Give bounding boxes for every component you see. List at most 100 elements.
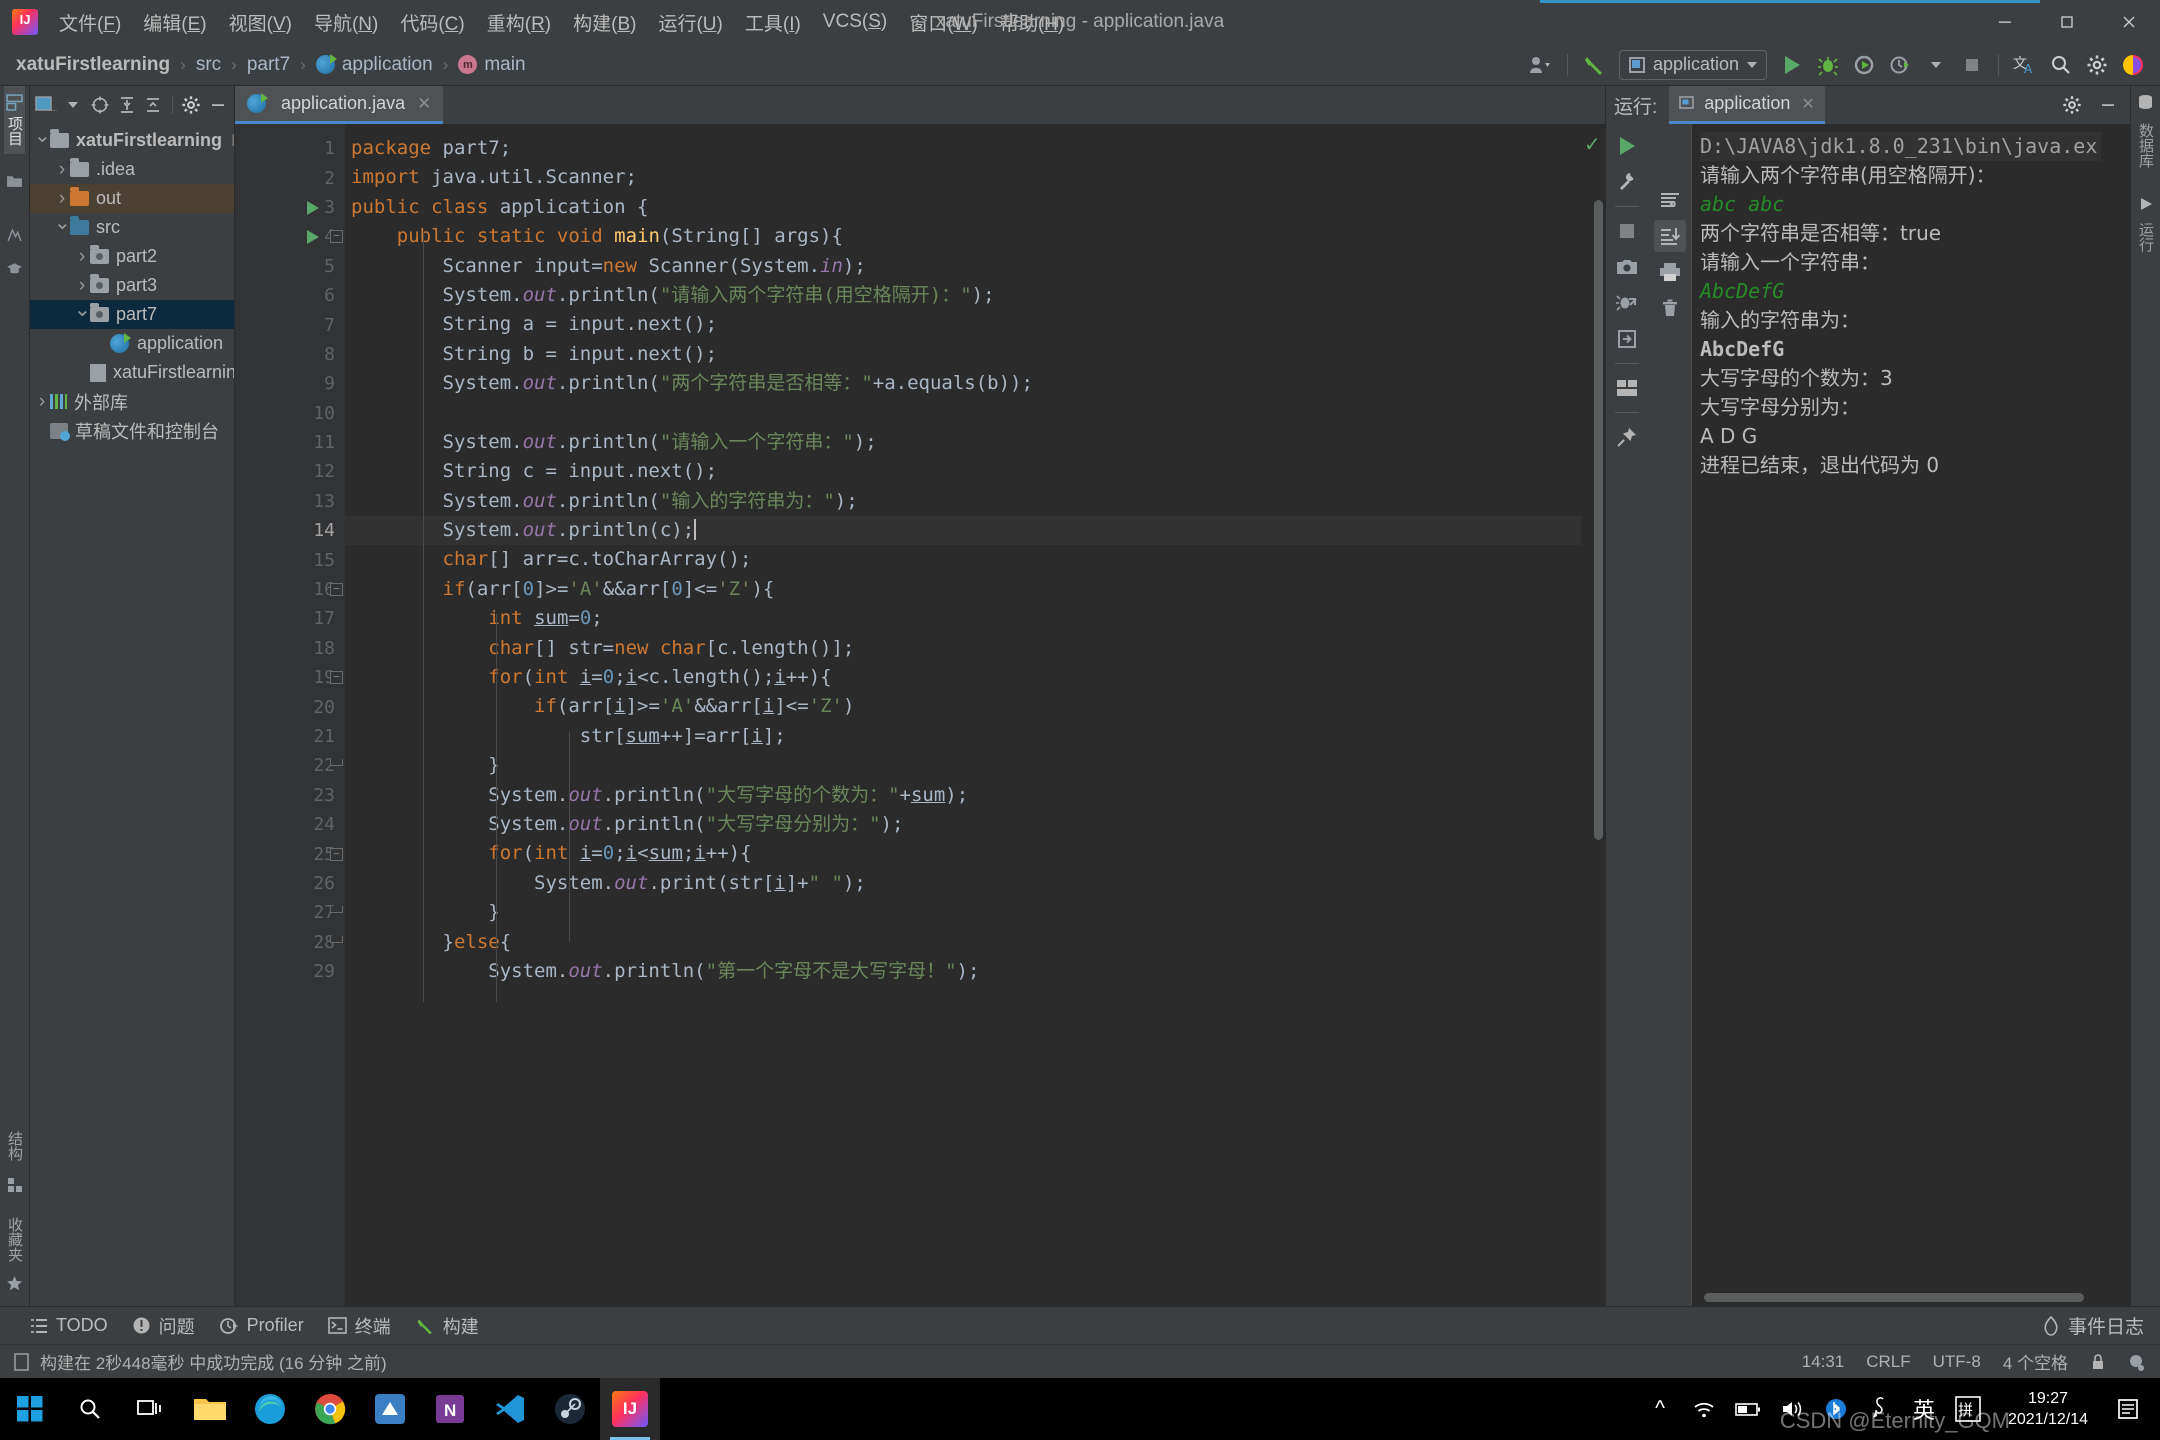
run-button[interactable] — [1775, 49, 1809, 81]
menu-edit[interactable]: 编辑(E) — [132, 3, 217, 42]
project-tree[interactable]: xatuFirstlearning D:\code .idea out src part2… — [30, 124, 234, 1306]
taskbar-app-blue-box[interactable] — [360, 1378, 420, 1440]
tree-node-part2[interactable]: part2 — [30, 242, 234, 271]
chevron-open-icon[interactable] — [54, 215, 70, 240]
code-line[interactable]: char[] arr=c.toCharArray(); — [345, 545, 1581, 574]
close-button[interactable] — [2098, 0, 2160, 44]
menu-navigate[interactable]: 导航(N) — [303, 3, 389, 42]
fold-start-icon[interactable]: − — [330, 671, 343, 685]
bottom-tab-todo[interactable]: TODO — [30, 1315, 108, 1336]
code-line[interactable]: import java.util.Scanner; — [345, 163, 1581, 192]
code-line[interactable]: System.out.print(str[i]+" "); — [345, 869, 1581, 898]
tree-node----[interactable]: 外部库 — [30, 387, 234, 416]
wifi-icon[interactable] — [1682, 1378, 1726, 1440]
menu-tools[interactable]: 工具(I) — [734, 3, 812, 42]
settings-gear-icon[interactable] — [2080, 49, 2114, 81]
stop-button[interactable] — [1955, 49, 1989, 81]
intellij-icon[interactable] — [2116, 49, 2150, 81]
bottom-tab-profiler[interactable]: Profiler — [219, 1315, 304, 1336]
tree-node-xatufirstlearning-iml[interactable]: xatuFirstlearning.iml — [30, 358, 234, 387]
sidebar-item-maven[interactable] — [6, 219, 23, 252]
windows-start-icon[interactable] — [0, 1378, 60, 1440]
sidebar-item-run[interactable]: 运行 — [2135, 214, 2156, 260]
tree-node-out[interactable]: out — [30, 184, 234, 213]
tree-node-src[interactable]: src — [30, 213, 234, 242]
menu-refactor[interactable]: 重构(R) — [476, 3, 562, 42]
bottom-tab-terminal[interactable]: 终端 — [327, 1313, 391, 1339]
taskbar-app-steam[interactable] — [540, 1378, 600, 1440]
dump-threads-icon[interactable] — [1611, 287, 1643, 319]
settings-gear-icon[interactable] — [2056, 89, 2088, 121]
profiler-button[interactable] — [1883, 49, 1917, 81]
fold-end-icon[interactable] — [330, 935, 343, 943]
breadcrumb-item-src[interactable]: src — [192, 52, 225, 78]
maximize-button[interactable] — [2036, 0, 2098, 44]
code-line[interactable]: System.out.println("大写字母分别为："); — [345, 810, 1581, 839]
stop-icon[interactable] — [1611, 215, 1643, 247]
event-log-label[interactable]: 事件日志 — [2068, 1312, 2144, 1339]
chevron-down-icon[interactable] — [61, 91, 86, 119]
breadcrumb-item-main[interactable]: m main — [454, 52, 529, 78]
menu-file[interactable]: 文件(F) — [48, 3, 132, 42]
menu-window[interactable]: 窗口(W) — [898, 3, 989, 42]
collapse-all-icon[interactable] — [141, 91, 166, 119]
code-line[interactable]: System.out.println(c); — [345, 516, 1581, 546]
code-line[interactable]: char[] str=new char[c.length()]; — [345, 634, 1581, 663]
search-icon[interactable] — [2044, 49, 2078, 81]
close-icon[interactable]: ✕ — [1801, 94, 1814, 114]
camera-icon[interactable] — [1611, 251, 1643, 283]
taskbar-app-file-explorer[interactable] — [180, 1378, 240, 1440]
fold-start-icon[interactable]: − — [330, 583, 343, 596]
tree-node-xatufirstlearning[interactable]: xatuFirstlearning D:\code — [30, 126, 234, 155]
sidebar-item-database[interactable]: 数据库 — [2135, 115, 2156, 176]
bottom-tab-build[interactable]: 构建 — [415, 1313, 479, 1339]
minimize-button[interactable] — [1974, 0, 2036, 44]
hide-panel-icon[interactable] — [205, 91, 230, 119]
pin-icon[interactable] — [1611, 421, 1643, 453]
editor-vertical-scrollbar[interactable] — [1594, 200, 1603, 840]
fold-end-icon[interactable] — [330, 759, 343, 767]
user-avatar-icon[interactable] — [1524, 49, 1558, 81]
expand-all-icon[interactable] — [114, 91, 139, 119]
gutter-run-icon[interactable] — [307, 230, 319, 245]
run-configuration-selector[interactable]: application — [1618, 49, 1767, 80]
tree-node-part7[interactable]: part7 — [30, 300, 234, 329]
code-line[interactable]: for(int i=0;i<sum;i++){ — [345, 839, 1581, 868]
task-view-icon[interactable] — [120, 1378, 180, 1440]
run-tab-application[interactable]: application ✕ — [1669, 86, 1825, 124]
code-line[interactable]: String c = input.next(); — [345, 457, 1581, 486]
chevron-open-icon[interactable] — [74, 302, 90, 327]
chevron-closed-icon[interactable] — [54, 159, 70, 181]
soft-wrap-icon[interactable] — [1654, 184, 1686, 216]
code-content[interactable]: package part7; import java.util.Scanner; p… — [345, 124, 1581, 1306]
code-line[interactable]: str[sum++]=arr[i]; — [345, 722, 1581, 751]
menu-help[interactable]: 帮助(H) — [989, 3, 1075, 42]
profiler-dropdown[interactable] — [1919, 49, 1953, 81]
file-encoding[interactable]: UTF-8 — [1933, 1352, 1981, 1372]
code-line[interactable]: public static void main(String[] args){ — [345, 222, 1581, 251]
chevron-open-icon[interactable] — [34, 128, 50, 153]
menu-vcs[interactable]: VCS(S) — [812, 5, 898, 39]
hide-panel-icon[interactable] — [2092, 89, 2124, 121]
print-icon[interactable] — [1654, 256, 1686, 288]
sidebar-item-structure[interactable]: 结构 — [4, 1123, 25, 1169]
bottom-tab-problems[interactable]: 问题 — [132, 1313, 195, 1339]
code-line[interactable]: System.out.println("第一个字母不是大写字母！"); — [345, 957, 1581, 986]
indent-setting[interactable]: 4 个空格 — [2003, 1349, 2068, 1374]
exit-icon[interactable] — [1611, 323, 1643, 355]
breadcrumb-item-part7[interactable]: part7 — [243, 52, 294, 78]
notification-icon[interactable] — [2106, 1378, 2150, 1440]
fold-end-icon[interactable] — [330, 906, 343, 914]
select-opened-file-icon[interactable] — [87, 91, 112, 119]
translate-icon[interactable]: 文 A — [2008, 49, 2042, 81]
code-line[interactable]: if(arr[0]>='A'&&arr[0]<='Z'){ — [345, 575, 1581, 604]
menu-run[interactable]: 运行(U) — [647, 3, 733, 42]
debug-button[interactable] — [1811, 49, 1845, 81]
layout-icon[interactable] — [1611, 372, 1643, 404]
breadcrumb-item-xatufirstlearning[interactable]: xatuFirstlearning — [12, 52, 174, 78]
menu-build[interactable]: 构建(B) — [562, 3, 647, 42]
code-line[interactable]: String b = input.next(); — [345, 340, 1581, 369]
taskbar-app-intellij-idea[interactable]: IJ — [600, 1378, 660, 1440]
show-hidden-icons[interactable]: ^ — [1638, 1378, 1682, 1440]
line-separator[interactable]: CRLF — [1866, 1352, 1910, 1372]
